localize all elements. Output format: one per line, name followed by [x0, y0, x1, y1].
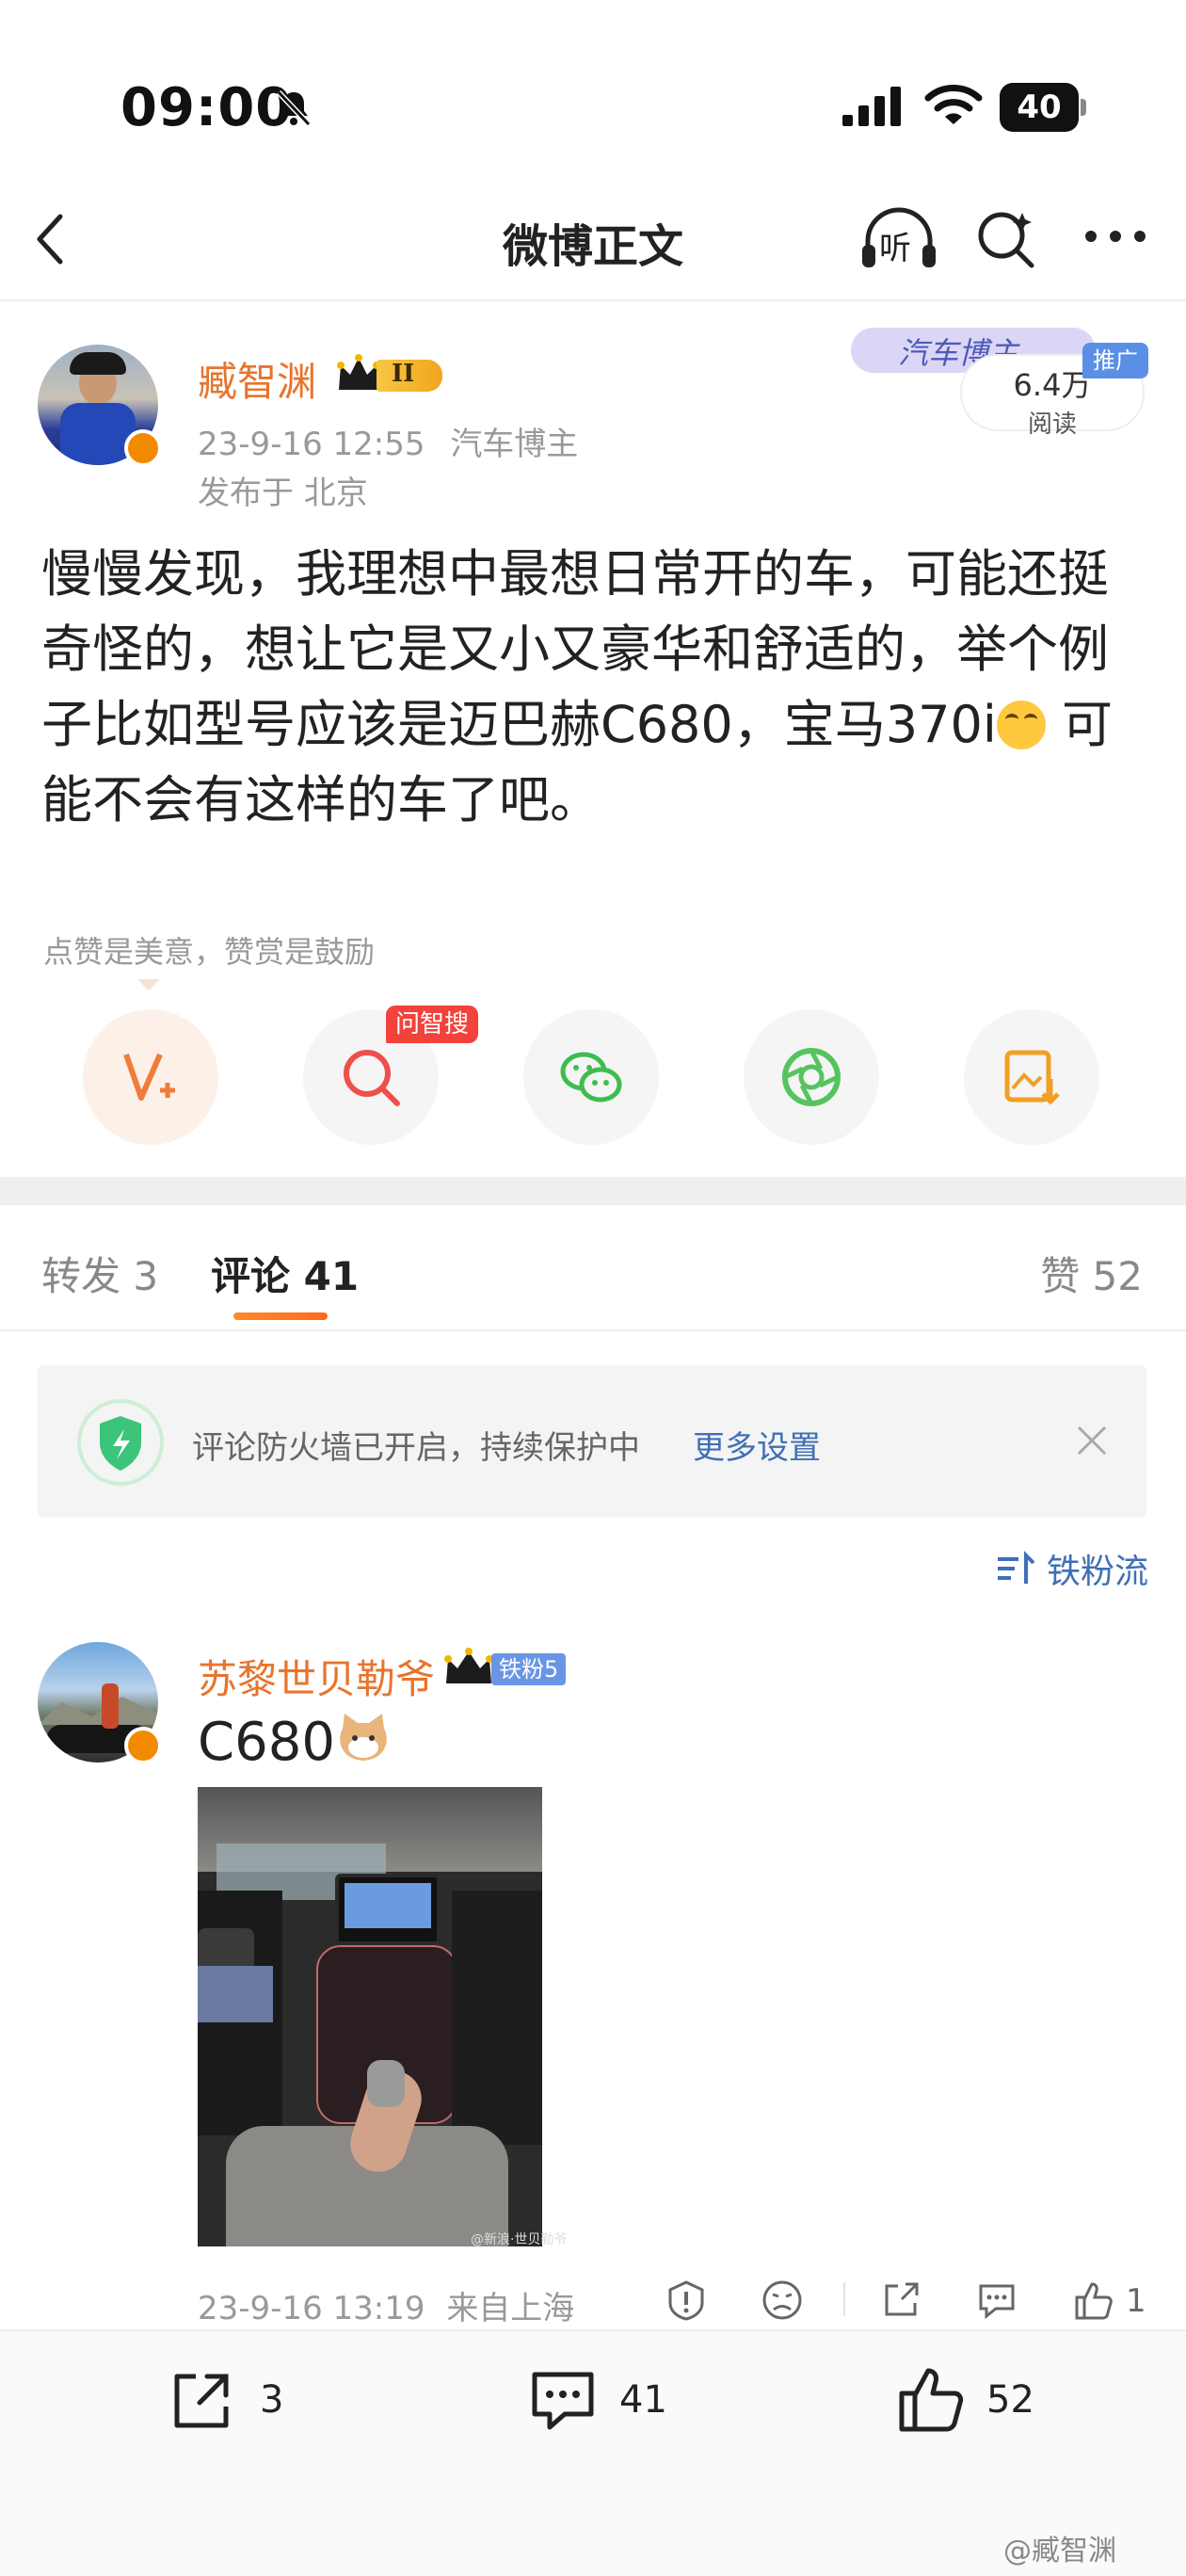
sort-mode-label[interactable]: 铁粉流 — [1047, 1544, 1148, 1593]
hint-arrow-icon — [137, 979, 160, 990]
listen-button[interactable]: 听 — [858, 205, 939, 271]
active-tab-indicator — [233, 1312, 328, 1320]
tab-comments[interactable]: 评论 41 — [211, 1245, 359, 1302]
like-count: 52 — [986, 2378, 1034, 2422]
repost-icon[interactable] — [879, 2278, 922, 2322]
laughing-emoji-icon — [996, 700, 1046, 749]
level-text: II — [392, 360, 415, 388]
battery-indicator: 40 — [1000, 83, 1086, 132]
comment-actions-separator — [843, 2282, 845, 2316]
thumbs-up-icon[interactable] — [1071, 2278, 1114, 2322]
post-text-main: 慢慢发现，我理想中最想日常开的车，可能还挺奇怪的，想让它是又小又豪华和舒适的，举… — [41, 544, 1109, 754]
cellular-signal-icon — [842, 87, 901, 126]
report-icon[interactable] — [665, 2278, 708, 2322]
more-settings-link[interactable]: 更多设置 — [693, 1422, 821, 1468]
dislike-face-icon[interactable] — [761, 2278, 804, 2322]
save-image-icon — [1004, 1050, 1060, 1105]
listen-label: 听 — [879, 230, 911, 267]
verified-badge-icon — [124, 429, 162, 467]
battery-level: 40 — [1017, 89, 1062, 126]
comment-meta: 23-9-16 13:19 来自上海 — [198, 2282, 574, 2328]
comment-icon — [532, 2372, 594, 2430]
crown-icon — [337, 354, 380, 390]
bottom-repost-button[interactable]: 3 — [166, 2363, 316, 2442]
share-moments-button[interactable] — [744, 1009, 879, 1145]
search-icon[interactable] — [975, 207, 1037, 269]
sort-icon[interactable] — [994, 1550, 1035, 1587]
repost-count: 3 — [260, 2378, 284, 2422]
comment-date: 23-9-16 13:19 — [198, 2290, 425, 2327]
comment-text: C680 — [198, 1712, 335, 1773]
tab-reposts[interactable]: 转发 3 — [41, 1245, 158, 1302]
fan-level-badge: 铁粉5 — [491, 1653, 567, 1685]
image-watermark: @臧智渊 — [1003, 2535, 1116, 2568]
cat-emoji-icon — [340, 1714, 387, 1761]
share-wechat-button[interactable] — [523, 1009, 659, 1145]
firewall-text: 评论防火墙已开启，持续保护中 — [192, 1429, 640, 1467]
comment-photo[interactable] — [198, 1787, 542, 2246]
post-body: 慢慢发现，我理想中最想日常开的车，可能还挺奇怪的，想让它是又小又豪华和舒适的，举… — [41, 537, 1152, 838]
comment-source: 来自上海 — [446, 2290, 575, 2327]
author-name[interactable]: 臧智渊 — [198, 350, 316, 408]
wifi-icon — [924, 85, 983, 124]
nav-divider — [0, 299, 1186, 301]
more-options-icon[interactable] — [1082, 222, 1148, 250]
post-meta: 23-9-16 12:55 汽车博主 — [198, 418, 578, 464]
reward-v-icon — [123, 1053, 175, 1101]
close-icon[interactable] — [1073, 1422, 1111, 1459]
shield-icon — [77, 1399, 164, 1486]
thumbs-up-icon — [899, 2368, 964, 2432]
promo-badge: 推广 — [1082, 343, 1148, 378]
tabs-divider — [0, 1329, 1186, 1331]
tab-likes[interactable]: 赞 52 — [1040, 1245, 1143, 1302]
author-title: 汽车博主 — [450, 426, 579, 463]
commenter-verified-icon — [124, 1727, 162, 1764]
comment-like-count: 1 — [1126, 2282, 1146, 2320]
status-time: 09:00 — [120, 77, 294, 138]
post-date: 23-9-16 12:55 — [198, 426, 425, 463]
views-label: 阅读 — [1027, 411, 1077, 439]
ask-search-badge: 问智搜 — [386, 1006, 479, 1043]
post-location: 发布于 北京 — [198, 475, 368, 512]
share-icon — [174, 2374, 229, 2428]
commenter-name[interactable]: 苏黎世贝勒爷 — [198, 1648, 435, 1705]
wechat-icon — [560, 1052, 622, 1103]
crown-icon — [444, 1648, 493, 1683]
photo-watermark: @新浪·世贝勒爷 — [471, 2232, 568, 2247]
comment-count: 41 — [619, 2378, 667, 2422]
bell-muted-icon — [276, 89, 312, 127]
ask-search-icon — [344, 1050, 400, 1106]
reward-hint: 点赞是美意，赞赏是鼓励 — [43, 934, 376, 970]
save-image-button[interactable] — [964, 1009, 1099, 1145]
bottom-comment-button[interactable]: 41 — [527, 2363, 697, 2442]
reply-icon[interactable] — [975, 2278, 1018, 2322]
reward-button[interactable] — [83, 1009, 218, 1145]
bottom-like-button[interactable]: 52 — [894, 2361, 1064, 2440]
moments-aperture-icon — [782, 1048, 841, 1106]
section-gap — [0, 1177, 1186, 1205]
level-badge: II — [335, 352, 444, 397]
